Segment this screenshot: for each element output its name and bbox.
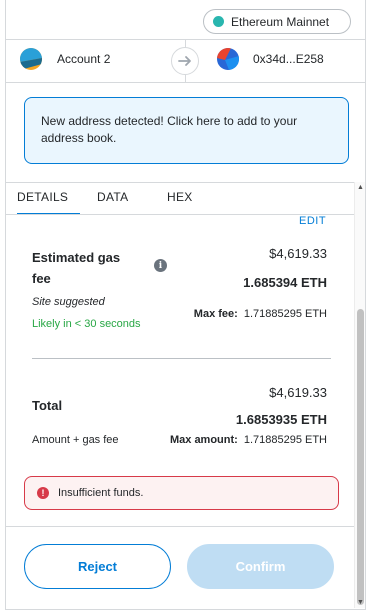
footer-divider (6, 526, 354, 527)
sender-avatar (20, 48, 42, 70)
max-amount-label: Max amount: (169, 434, 238, 446)
total-label: Total (32, 398, 63, 413)
tab-hex[interactable]: HEX (167, 190, 193, 204)
reject-button[interactable]: Reject (24, 544, 171, 589)
insufficient-funds-error: ! Insufficient funds. (24, 476, 339, 510)
network-status-dot (213, 16, 224, 27)
edit-gas-link[interactable]: EDIT (299, 215, 326, 227)
network-name: Ethereum Mainnet (231, 14, 330, 29)
error-icon: ! (37, 487, 49, 499)
max-amount-value: 1.71885295 ETH (243, 434, 327, 446)
scroll-thumb[interactable] (357, 309, 364, 605)
section-divider (32, 358, 331, 359)
sender-account[interactable]: Account 2 (20, 48, 110, 70)
tab-data[interactable]: DATA (97, 190, 128, 204)
recipient-address: 0x34d...E258 (253, 52, 324, 66)
tab-details[interactable]: DETAILS (17, 190, 68, 204)
scroll-down-icon[interactable]: ▼ (357, 599, 364, 606)
scroll-up-icon[interactable]: ▲ (357, 184, 364, 191)
recipient-account[interactable]: 0x34d...E258 (217, 48, 324, 70)
max-fee-value: 1.71885295 ETH (243, 308, 327, 320)
recipient-avatar (217, 48, 239, 70)
confirm-transaction-panel: Ethereum Mainnet Account 2 0x34d...E258 … (5, 0, 366, 610)
gas-fee-eth: 1.685394 ETH (243, 275, 327, 290)
error-text: Insufficient funds. (58, 487, 144, 499)
total-fiat: $4,619.33 (269, 385, 327, 400)
account-row: Account 2 0x34d...E258 (6, 39, 365, 83)
confirm-button[interactable]: Confirm (187, 544, 334, 589)
tab-bar: DETAILS DATA HEX (6, 182, 354, 215)
sender-name: Account 2 (57, 52, 111, 66)
network-bar: Ethereum Mainnet (6, 0, 365, 38)
site-suggested-label: Site suggested (32, 296, 105, 308)
info-icon[interactable]: i (154, 259, 167, 272)
gas-fee-fiat: $4,619.33 (269, 246, 327, 261)
max-amount: Max amount: 1.71885295 ETH (170, 434, 327, 446)
network-selector[interactable]: Ethereum Mainnet (203, 9, 351, 34)
max-fee-label: Max fee: (193, 308, 238, 320)
total-eth: 1.6853935 ETH (235, 412, 327, 427)
arrow-right-icon (171, 47, 199, 75)
scrollbar[interactable]: ▲ ▼ (354, 182, 365, 608)
new-address-notice[interactable]: New address detected! Click here to add … (24, 97, 349, 164)
max-fee: Max fee: 1.71885295 ETH (194, 308, 327, 320)
gas-fee-title: Estimated gas fee (32, 250, 121, 286)
confirmation-estimate: Likely in < 30 seconds (32, 318, 141, 330)
amount-plus-gas-label: Amount + gas fee (32, 434, 119, 446)
